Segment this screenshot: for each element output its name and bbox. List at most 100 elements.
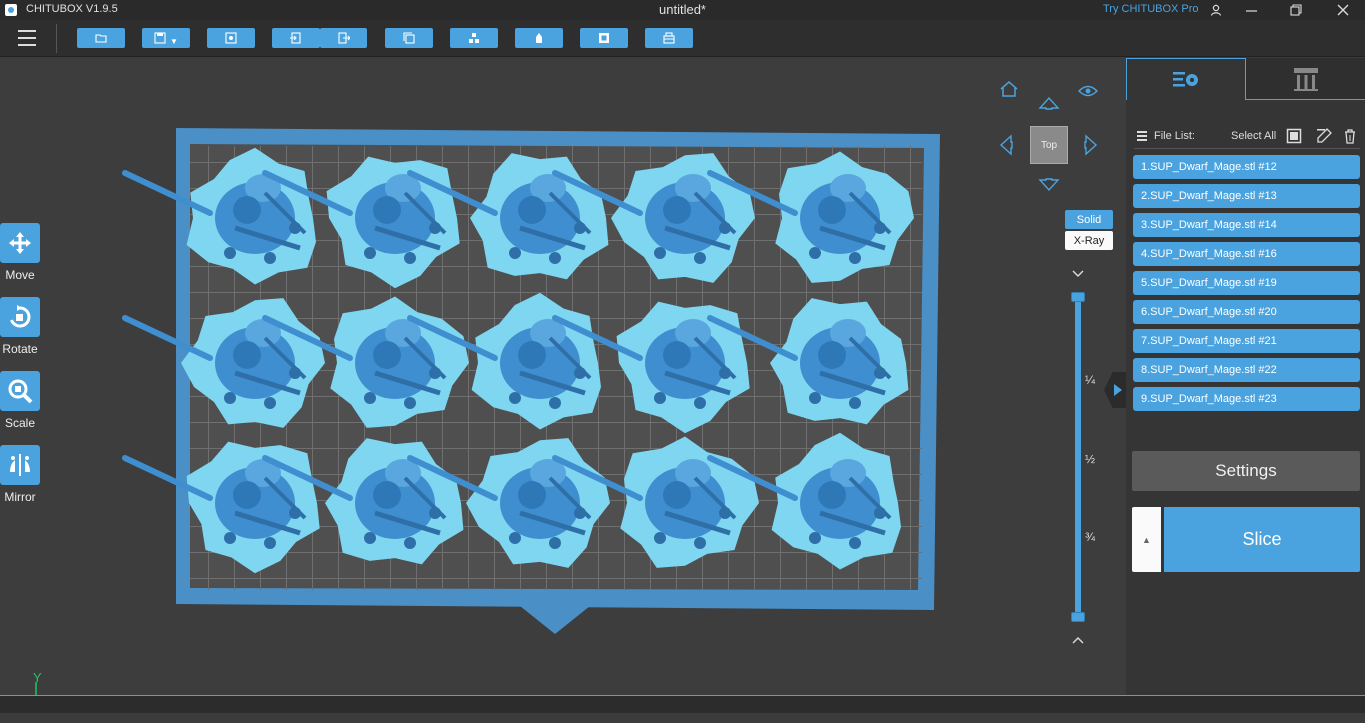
rotate-icon [10, 305, 31, 328]
move-button[interactable] [0, 223, 40, 263]
app-logo-icon [5, 4, 17, 16]
arrange-icon [469, 33, 479, 43]
file-list-item[interactable]: 3.SUP_Dwarf_Mage.stl #14 [1133, 213, 1360, 237]
model-instance[interactable] [122, 298, 325, 428]
scale-tool[interactable]: Scale [0, 371, 40, 430]
view-right-icon[interactable] [1084, 134, 1098, 156]
toolbar-divider [56, 24, 57, 53]
visibility-eye-icon[interactable] [1078, 84, 1098, 98]
try-pro-link[interactable]: Try CHITUBOX Pro [1103, 3, 1199, 15]
view-cube-top[interactable]: Top [1030, 126, 1068, 164]
file-list: 1.SUP_Dwarf_Mage.stl #12 2.SUP_Dwarf_Mag… [1133, 155, 1360, 417]
layer-mark-quarter: ¼ [1085, 373, 1096, 387]
save-icon [154, 32, 166, 44]
model-group[interactable] [122, 147, 914, 574]
file-list-item[interactable]: 8.SUP_Dwarf_Mage.stl #22 [1133, 358, 1360, 382]
restore-icon [1290, 4, 1302, 16]
scale-button[interactable] [0, 371, 40, 411]
title-bar: CHITUBOX V1.9.5 untitled* Try CHITUBOX P… [0, 0, 1365, 20]
file-list-item[interactable]: 4.SUP_Dwarf_Mage.stl #16 [1133, 242, 1360, 266]
chevron-up-icon[interactable] [1071, 634, 1085, 646]
rotate-label: Rotate [2, 342, 38, 356]
scale-label: Scale [4, 416, 36, 430]
file-list-item[interactable]: 1.SUP_Dwarf_Mage.stl #12 [1133, 155, 1360, 179]
import-button[interactable] [272, 28, 320, 48]
build-plate[interactable] [0, 58, 1126, 695]
hollow-icon [599, 33, 609, 43]
export-button[interactable] [320, 28, 367, 48]
edit-icon[interactable] [1316, 128, 1332, 144]
file-list-item[interactable]: 7.SUP_Dwarf_Mage.stl #21 [1133, 329, 1360, 353]
layer-mark-half: ½ [1085, 452, 1096, 466]
scale-icon [8, 379, 33, 404]
status-bar [0, 695, 1365, 713]
support-button[interactable] [515, 28, 563, 48]
layer-slider-bottom-handle[interactable] [1071, 612, 1085, 622]
solid-mode-button[interactable]: Solid [1065, 210, 1113, 229]
copy-icon [403, 32, 415, 44]
settings-button[interactable]: Settings [1132, 451, 1360, 491]
file-list-item[interactable]: 5.SUP_Dwarf_Mage.stl #19 [1133, 271, 1360, 295]
list-settings-icon [1173, 71, 1198, 86]
view-back-icon[interactable] [1038, 96, 1060, 110]
chevron-down-icon[interactable] [1071, 268, 1085, 280]
chevron-down-icon: ▼ [170, 36, 178, 46]
mirror-button[interactable] [0, 445, 40, 485]
open-file-button[interactable] [77, 28, 125, 48]
close-button[interactable] [1323, 0, 1363, 20]
tab-supports[interactable] [1246, 58, 1365, 100]
move-label: Move [5, 268, 35, 282]
support-icon [536, 33, 542, 43]
menu-button[interactable] [18, 30, 36, 46]
mirror-tool[interactable]: Mirror [0, 445, 40, 504]
screenshot-button[interactable] [207, 28, 255, 48]
maximize-button[interactable] [1276, 0, 1316, 20]
export-icon [337, 32, 350, 44]
rotate-tool[interactable]: Rotate [0, 297, 40, 356]
arrange-button[interactable] [450, 28, 498, 48]
move-tool[interactable]: Move [0, 223, 40, 282]
user-icon [1210, 4, 1222, 16]
file-list-divider [1134, 148, 1360, 149]
tab-file-settings[interactable] [1126, 58, 1246, 100]
layer-slider-top-handle[interactable] [1071, 292, 1085, 302]
delete-icon[interactable] [1342, 128, 1358, 144]
file-list-item[interactable]: 9.SUP_Dwarf_Mage.stl #23 [1133, 387, 1360, 411]
file-list-item[interactable]: 6.SUP_Dwarf_Mage.stl #20 [1133, 300, 1360, 324]
mirror-icon [10, 454, 30, 476]
file-list-header: File List: Select All [1126, 126, 1365, 146]
rotate-button[interactable] [0, 297, 40, 337]
file-list-item[interactable]: 2.SUP_Dwarf_Mage.stl #13 [1133, 184, 1360, 208]
right-panel: File List: Select All 1.SUP_Dwarf_Mage.s… [1126, 58, 1365, 695]
save-button[interactable]: ▼ [142, 28, 190, 48]
layer-slider-track[interactable] [1075, 296, 1081, 618]
view-left-icon[interactable] [999, 134, 1013, 156]
view-front-icon[interactable] [1038, 178, 1060, 192]
minimize-icon [1245, 9, 1257, 12]
select-all-checkbox[interactable] [1286, 128, 1302, 144]
minimize-button[interactable] [1231, 0, 1271, 20]
account-button[interactable] [1196, 0, 1236, 20]
slice-control: ▲ Slice [1132, 507, 1360, 572]
slice-options-toggle[interactable]: ▲ [1132, 507, 1161, 572]
panel-tab-bar [1126, 58, 1365, 100]
select-all-label[interactable]: Select All [1231, 130, 1276, 142]
print-button[interactable] [645, 28, 693, 48]
slice-button[interactable]: Slice [1164, 507, 1360, 572]
hollow-button[interactable] [580, 28, 628, 48]
open-file-icon [95, 34, 107, 43]
file-list-icon [1137, 131, 1147, 141]
mirror-label: Mirror [4, 490, 36, 504]
file-list-label: File List: [1154, 130, 1195, 142]
import-icon [290, 32, 301, 44]
home-view-icon[interactable] [999, 80, 1019, 98]
axis-y-label: Y [33, 670, 42, 685]
layer-mark-three-quarter: ¾ [1085, 530, 1096, 544]
main-toolbar: ▼ [0, 20, 1365, 57]
close-icon [1337, 4, 1349, 16]
xray-mode-button[interactable]: X-Ray [1065, 231, 1113, 250]
3d-viewport[interactable]: Move Rotate Scale Mirror Y Z X [0, 58, 1126, 716]
print-icon [663, 32, 675, 44]
copy-button[interactable] [385, 28, 433, 48]
app-name: CHITUBOX V1.9.5 [26, 3, 118, 15]
